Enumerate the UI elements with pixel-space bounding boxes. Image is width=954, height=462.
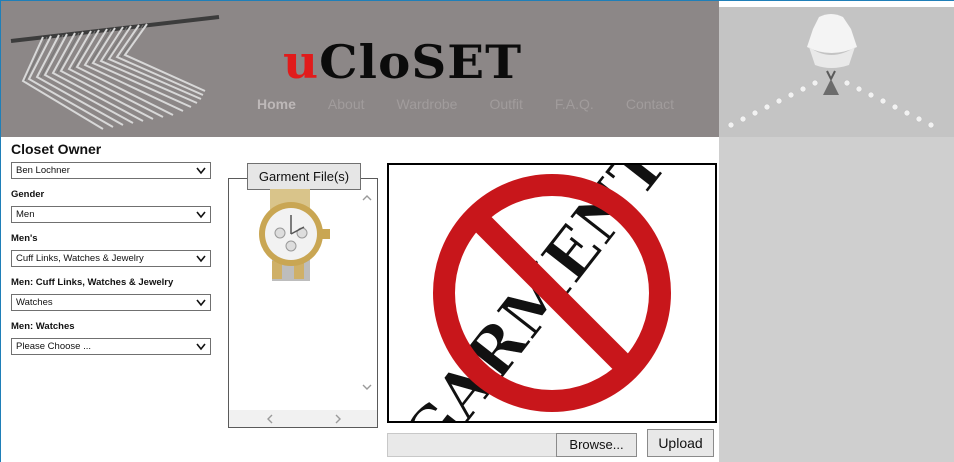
logo-text: CloSET: [319, 35, 523, 89]
upload-button[interactable]: Upload: [647, 429, 714, 457]
nav-home[interactable]: Home: [257, 96, 296, 112]
gender-select-value: Men: [16, 209, 35, 220]
main-nav: Home About Wardrobe Outfit F.A.Q. Contac…: [257, 96, 706, 112]
chevron-down-icon: [196, 167, 206, 175]
chevron-down-icon: [196, 299, 206, 307]
app-window: uCloSET Home About Wardrobe Outfit F.A.Q…: [0, 0, 954, 462]
watches-select[interactable]: Please Choose ...: [11, 338, 211, 355]
browse-button[interactable]: Browse...: [556, 433, 637, 457]
logo-letter-u: u: [283, 35, 320, 89]
chevron-down-icon: [196, 211, 206, 219]
owner-select[interactable]: Ben Lochner: [11, 162, 211, 179]
mens-category-value: Cuff Links, Watches & Jewelry: [16, 253, 144, 264]
no-garment-image: GARMENT: [389, 165, 683, 421]
subcategory-value: Watches: [16, 297, 53, 308]
nav-outfit[interactable]: Outfit: [489, 96, 522, 112]
garment-preview: GARMENT: [387, 163, 717, 423]
dress-hanger-image: [727, 14, 935, 129]
garment-files-button[interactable]: Garment File(s): [247, 163, 361, 190]
scroll-left-icon[interactable]: [265, 413, 275, 425]
chevron-down-icon: [196, 255, 206, 263]
watch-thumbnail[interactable]: [246, 189, 344, 281]
gender-select[interactable]: Men: [11, 206, 211, 223]
nav-about[interactable]: About: [328, 96, 365, 112]
mens-category-select[interactable]: Cuff Links, Watches & Jewelry: [11, 250, 211, 267]
subcategory-label: Men: Cuff Links, Watches & Jewelry: [11, 277, 174, 288]
chevron-down-icon: [196, 343, 206, 351]
side-decor-top: [719, 7, 954, 137]
subcategory-select[interactable]: Watches: [11, 294, 211, 311]
side-decor-panel: [719, 7, 954, 462]
owner-select-value: Ben Lochner: [16, 165, 70, 176]
scroll-down-icon[interactable]: [361, 382, 373, 392]
hangers-image: [10, 15, 220, 130]
site-header: uCloSET Home About Wardrobe Outfit F.A.Q…: [1, 1, 719, 137]
nav-contact[interactable]: Contact: [626, 96, 674, 112]
file-path-input[interactable]: [387, 433, 557, 457]
mens-category-label: Men's: [11, 233, 38, 244]
nav-faq[interactable]: F.A.Q.: [555, 96, 594, 112]
scroll-up-icon[interactable]: [361, 193, 373, 203]
watches-label: Men: Watches: [11, 321, 75, 332]
gender-label: Gender: [11, 189, 45, 200]
nav-wardrobe[interactable]: Wardrobe: [397, 96, 458, 112]
scroll-right-icon[interactable]: [333, 413, 343, 425]
site-logo: uCloSET: [283, 37, 522, 87]
horizontal-scrollbar[interactable]: [229, 410, 377, 427]
closet-owner-heading: Closet Owner: [11, 141, 102, 157]
closet-owner-form: Closet Owner Ben Lochner Gender Men Men'…: [11, 141, 213, 355]
watches-select-value: Please Choose ...: [16, 341, 91, 352]
